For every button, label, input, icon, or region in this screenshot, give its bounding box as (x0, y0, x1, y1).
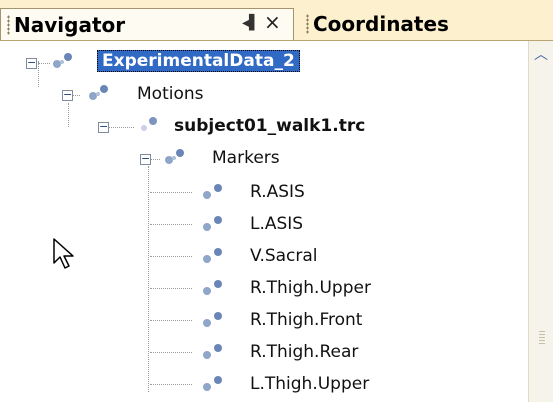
sphere-node-icon (203, 376, 222, 391)
collapse-icon[interactable]: − (26, 57, 37, 69)
mouse-pointer-icon (53, 238, 74, 269)
sphere-node-icon (203, 280, 222, 295)
tree-connector (150, 224, 192, 226)
sphere-node-icon (203, 312, 222, 327)
scroll-grip-icon[interactable] (539, 331, 545, 345)
tree-label-root[interactable]: ExperimentalData_2 (97, 50, 300, 72)
tree-label-marker[interactable]: R.ASIS (250, 182, 305, 202)
tree-label-marker[interactable]: L.Thigh.Upper (250, 374, 369, 394)
tree-label-motions[interactable]: Motions (137, 84, 204, 104)
tree-label-marker[interactable]: R.Thigh.Rear (250, 342, 358, 362)
tree-label-marker[interactable]: L.ASIS (250, 214, 303, 234)
tree-connector (150, 192, 192, 194)
tree-label-marker[interactable]: R.Thigh.Front (250, 310, 362, 330)
scroll-up-arrow-icon[interactable]: ︿ (533, 47, 549, 63)
tree-connector (68, 103, 70, 127)
navigator-tree[interactable]: − ExperimentalData_2 − Motions − subject… (0, 41, 528, 402)
sphere-node-icon (203, 248, 222, 263)
tree-connector (150, 320, 192, 322)
tree-connector (38, 63, 50, 65)
tab-navigator[interactable]: Navigator ◂▌ × (0, 8, 294, 40)
tree-connector (150, 384, 192, 386)
tree-connector (106, 127, 134, 129)
sphere-node-icon (141, 117, 157, 131)
pin-icon[interactable]: ◂▌ (242, 15, 260, 31)
tab-coordinates[interactable]: Coordinates (296, 8, 553, 40)
grip-icon (306, 14, 309, 34)
tree-connector (150, 352, 192, 354)
tree-label-marker[interactable]: V.Sacral (250, 246, 318, 266)
sphere-node-icon (165, 149, 184, 164)
grip-icon (7, 14, 10, 35)
tab-coordinates-label: Coordinates (313, 12, 449, 36)
sphere-node-icon (203, 184, 222, 199)
vertical-scrollbar[interactable]: ︿ (528, 41, 553, 402)
tree-connector (148, 166, 150, 392)
sphere-node-icon (203, 344, 222, 359)
sphere-node-icon (89, 85, 108, 100)
collapse-icon[interactable]: − (140, 153, 151, 165)
tree-label-file[interactable]: subject01_walk1.trc (174, 116, 365, 136)
tab-navigator-label: Navigator (14, 12, 126, 37)
collapse-icon[interactable]: − (62, 89, 73, 101)
tree-connector (150, 256, 192, 258)
collapse-icon[interactable]: − (98, 121, 109, 133)
tree-label-marker[interactable]: R.Thigh.Upper (250, 278, 371, 298)
close-icon[interactable]: × (264, 10, 281, 34)
sphere-node-icon (203, 216, 222, 231)
tree-connector (150, 288, 192, 290)
sphere-node-icon (53, 53, 72, 68)
tab-bar: Navigator ◂▌ × Coordinates (0, 0, 553, 41)
tree-label-markers[interactable]: Markers (212, 148, 280, 168)
